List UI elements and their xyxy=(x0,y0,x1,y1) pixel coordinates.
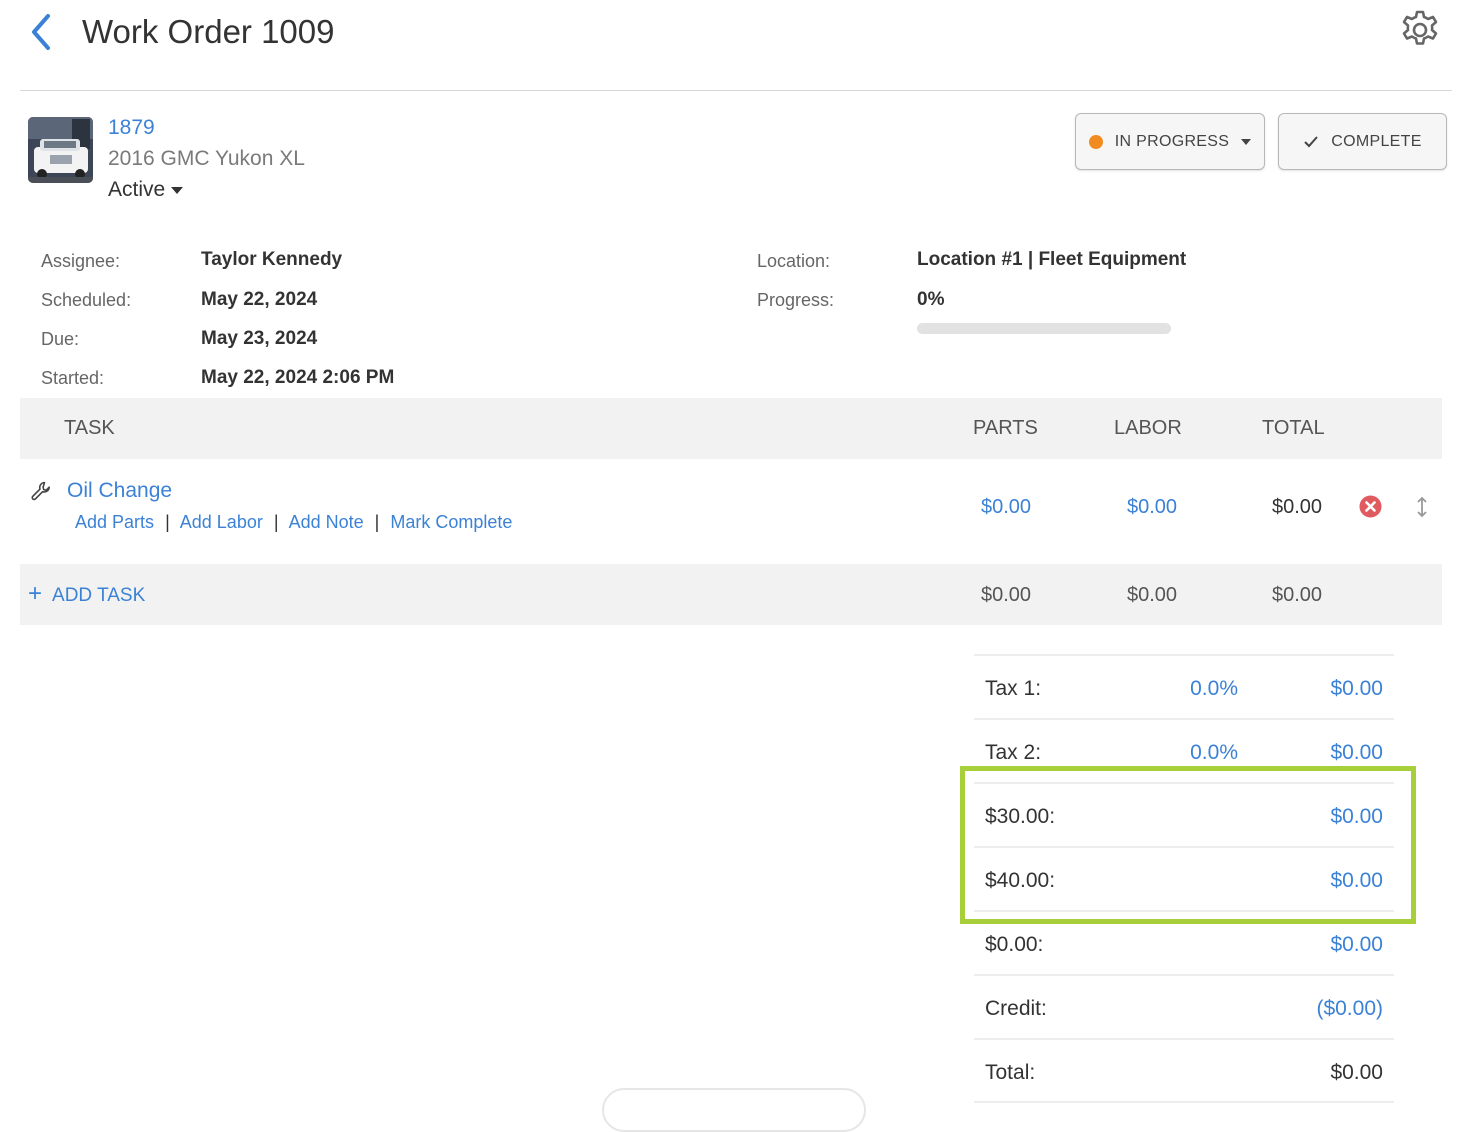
credit-amount[interactable]: ($0.00) xyxy=(1223,996,1383,1022)
status-dropdown-label: IN PROGRESS xyxy=(1114,132,1230,150)
fee-0-amount[interactable]: $0.00 xyxy=(1223,932,1383,958)
fee-0-label: $0.00: xyxy=(985,933,1044,956)
caret-down-icon xyxy=(1241,138,1252,145)
location-label: Location: xyxy=(757,251,831,271)
link-separator: | xyxy=(165,512,170,532)
task-labor-cost[interactable]: $0.00 xyxy=(1127,495,1177,519)
page-title: Work Order 1009 xyxy=(82,13,335,50)
scheduled-label: Scheduled: xyxy=(41,290,132,310)
totals-divider xyxy=(974,1101,1394,1103)
tax1-amount[interactable]: $0.00 xyxy=(1223,676,1383,702)
totals-divider xyxy=(974,654,1394,656)
scheduled-value: May 22, 2024 xyxy=(201,289,318,310)
column-header-task: TASK xyxy=(64,417,115,439)
vehicle-id-link[interactable]: 1879 xyxy=(108,115,155,141)
grand-total-amount: $0.00 xyxy=(1330,1061,1383,1084)
totals-divider xyxy=(974,718,1394,720)
vehicle-photo[interactable] xyxy=(28,117,93,183)
progress-value: 0% xyxy=(917,289,945,310)
vehicle-status-label: Active xyxy=(108,178,166,201)
delete-task-icon[interactable] xyxy=(1359,495,1382,518)
add-note-link[interactable]: Add Note xyxy=(289,512,364,532)
gear-icon xyxy=(1402,10,1438,45)
mark-complete-link[interactable]: Mark Complete xyxy=(390,512,512,532)
task-parts-cost[interactable]: $0.00 xyxy=(981,495,1031,519)
labor-subtotal: $0.00 xyxy=(1127,584,1178,606)
complete-button-label: COMPLETE xyxy=(1331,132,1422,150)
add-task-button[interactable]: + ADD TASK xyxy=(28,582,145,608)
progress-label: Progress: xyxy=(757,290,835,310)
settings-button[interactable] xyxy=(1398,8,1442,52)
add-labor-link[interactable]: Add Labor xyxy=(180,512,263,532)
header-divider xyxy=(20,90,1452,91)
task-total-cost: $0.00 xyxy=(1272,496,1323,518)
total-subtotal: $0.00 xyxy=(1272,584,1323,606)
floating-toolbar[interactable] xyxy=(602,1088,866,1132)
due-value: May 23, 2024 xyxy=(201,328,318,349)
vehicle-name: 2016 GMC Yukon XL xyxy=(108,147,305,170)
tax2-amount[interactable]: $0.00 xyxy=(1223,740,1383,766)
assignee-link[interactable]: Taylor Kennedy xyxy=(201,248,342,272)
grand-total-label: Total: xyxy=(985,1061,1036,1084)
wrench-icon xyxy=(31,481,50,501)
link-separator: | xyxy=(374,512,380,532)
column-header-labor: LABOR xyxy=(1114,417,1182,439)
reorder-handle-icon[interactable] xyxy=(1415,495,1429,519)
parts-subtotal: $0.00 xyxy=(981,584,1032,606)
link-separator: | xyxy=(273,512,279,532)
caret-down-icon xyxy=(171,186,184,194)
tax1-label: Tax 1: xyxy=(985,677,1042,700)
status-dot-icon xyxy=(1088,134,1103,149)
add-parts-link[interactable]: Add Parts xyxy=(75,512,154,532)
tax1-rate[interactable]: 0.0% xyxy=(1118,676,1238,702)
task-row: Oil Change Add Parts | Add Labor | Add N… xyxy=(20,459,1442,564)
progress-bar xyxy=(917,323,1171,334)
column-header-parts: PARTS xyxy=(973,417,1038,439)
totals-divider xyxy=(974,974,1394,976)
vehicle-status-dropdown[interactable]: Active xyxy=(108,177,184,203)
column-header-total: TOTAL xyxy=(1262,417,1325,439)
task-name-link[interactable]: Oil Change xyxy=(67,478,172,504)
tax2-rate[interactable]: 0.0% xyxy=(1118,740,1238,766)
assignee-label: Assignee: xyxy=(41,251,121,271)
totals-divider xyxy=(974,1038,1394,1040)
started-value: May 22, 2024 2:06 PM xyxy=(201,367,395,388)
highlight-box xyxy=(960,766,1416,924)
complete-button[interactable]: COMPLETE xyxy=(1278,113,1447,170)
add-task-label: ADD TASK xyxy=(52,585,146,606)
tax2-label: Tax 2: xyxy=(985,741,1042,764)
status-dropdown-button[interactable]: IN PROGRESS xyxy=(1075,113,1265,170)
due-label: Due: xyxy=(41,329,80,349)
plus-icon: + xyxy=(28,580,43,607)
credit-label: Credit: xyxy=(985,997,1047,1020)
task-table-header: TASK PARTS LABOR TOTAL xyxy=(20,398,1442,459)
checkmark-icon xyxy=(1304,135,1319,147)
task-actions: Add Parts | Add Labor | Add Note | Mark … xyxy=(75,510,512,534)
add-task-row: + ADD TASK $0.00 $0.00 $0.00 xyxy=(20,564,1442,625)
back-button[interactable] xyxy=(28,12,56,52)
started-label: Started: xyxy=(41,368,105,388)
location-value: Location #1 | Fleet Equipment xyxy=(917,249,1187,270)
chevron-left-icon xyxy=(32,14,50,50)
